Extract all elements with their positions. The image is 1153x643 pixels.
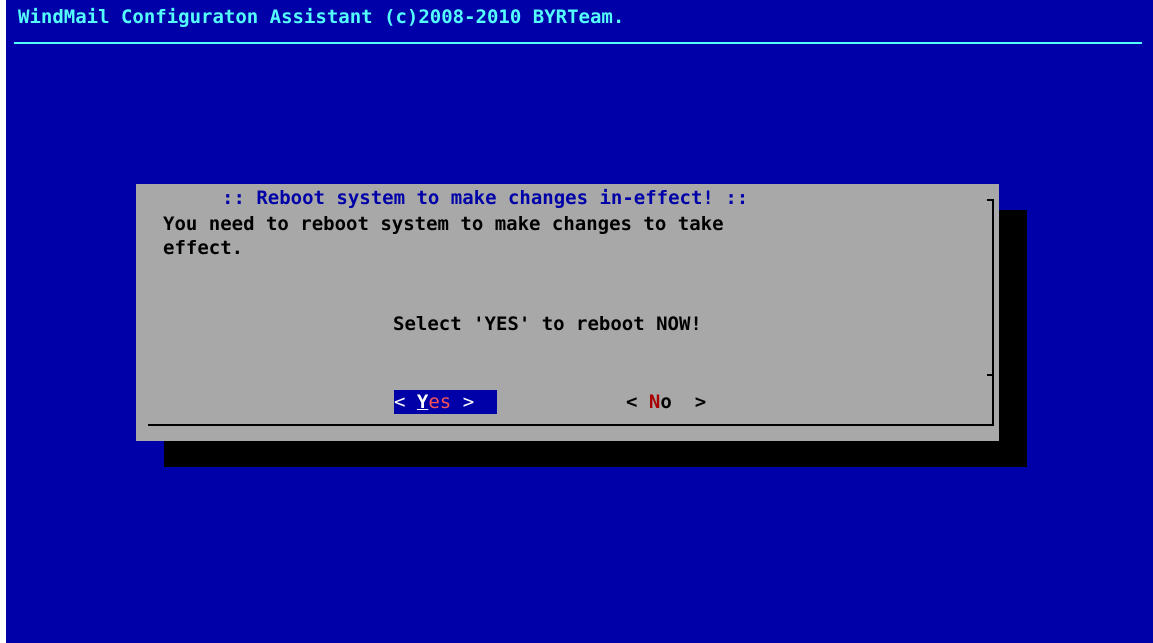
dialog-prompt: Select 'YES' to reboot NOW! <box>393 313 702 335</box>
yes-right-bracket: > <box>462 391 475 413</box>
no-label-rest: o <box>660 391 672 413</box>
yes-button[interactable]: < Yes > <box>394 390 497 414</box>
reboot-dialog: :: Reboot system to make changes in-effe… <box>136 184 999 441</box>
dialog-message-line-2: effect. <box>163 237 244 259</box>
yes-label-rest: es <box>428 391 452 413</box>
dialog-frame-bottom <box>148 424 994 426</box>
yes-left-bracket: < <box>394 391 406 413</box>
no-right-bracket: > <box>694 391 707 413</box>
dialog-title: :: Reboot system to make changes in-effe… <box>222 187 749 209</box>
no-hotkey: N <box>648 391 661 413</box>
no-button[interactable]: < No > <box>626 390 729 414</box>
backtitle-divider <box>14 42 1142 44</box>
yes-hotkey: Y <box>416 391 429 413</box>
no-left-bracket: < <box>626 391 638 413</box>
dialog-message-line-1: You need to reboot system to make change… <box>163 213 724 235</box>
terminal-screen: WindMail Configuraton Assistant (c)2008-… <box>6 0 1153 643</box>
dialog-frame-right-lower <box>992 374 994 426</box>
backtitle: WindMail Configuraton Assistant (c)2008-… <box>18 6 625 28</box>
